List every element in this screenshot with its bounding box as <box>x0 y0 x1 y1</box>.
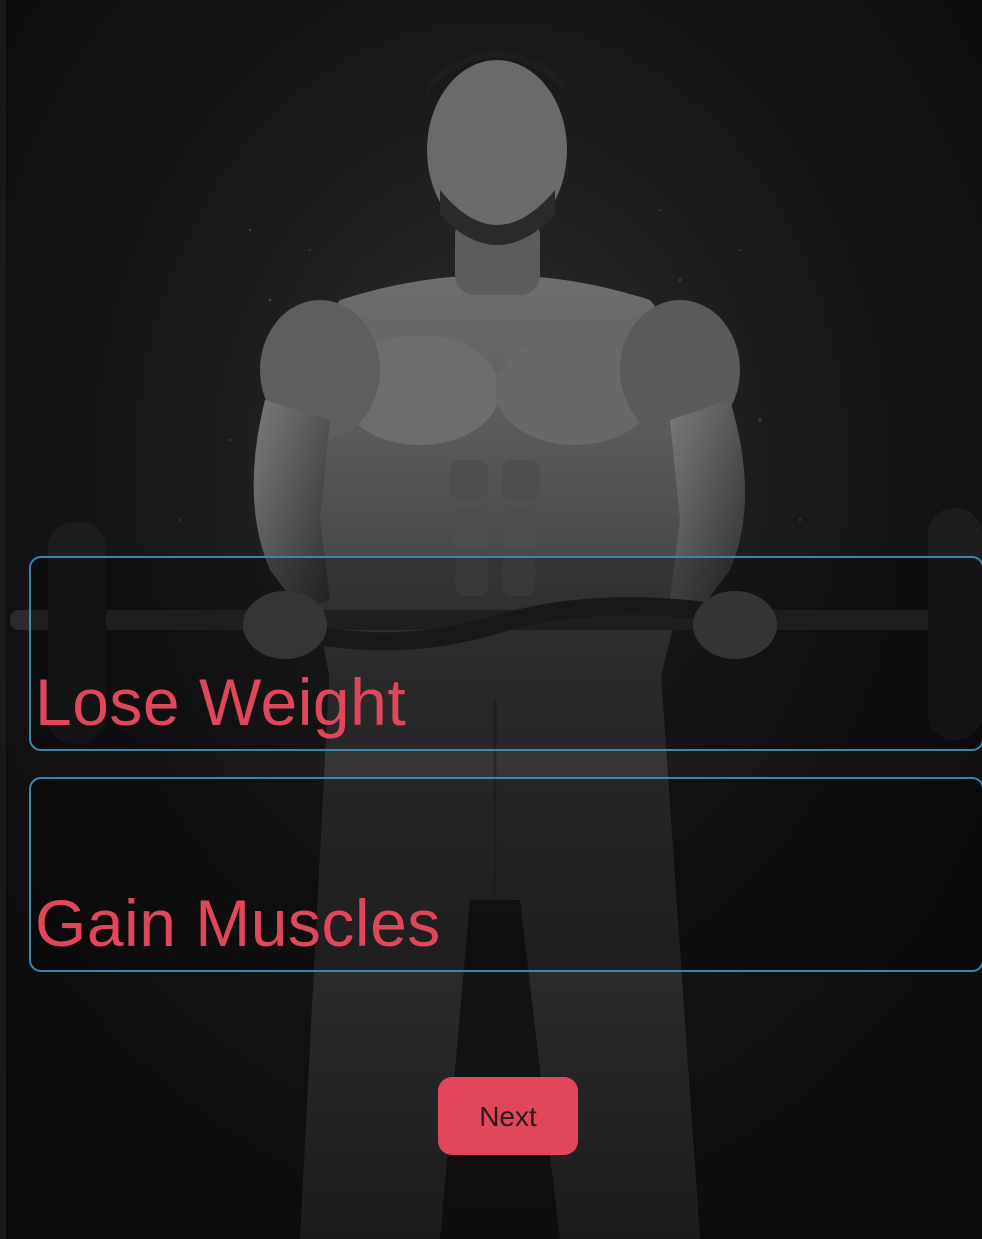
option-gain-muscles[interactable]: Gain Muscles <box>29 777 982 972</box>
goal-selection-screen: Lose Weight Gain Muscles Next <box>0 0 982 1239</box>
option-gain-muscles-label: Gain Muscles <box>35 886 441 960</box>
next-button[interactable]: Next <box>438 1077 578 1155</box>
option-lose-weight-label: Lose Weight <box>35 665 407 739</box>
offscreen-edge-glyph <box>0 786 8 828</box>
left-edge-strip <box>0 0 6 1239</box>
option-lose-weight[interactable]: Lose Weight <box>29 556 982 751</box>
